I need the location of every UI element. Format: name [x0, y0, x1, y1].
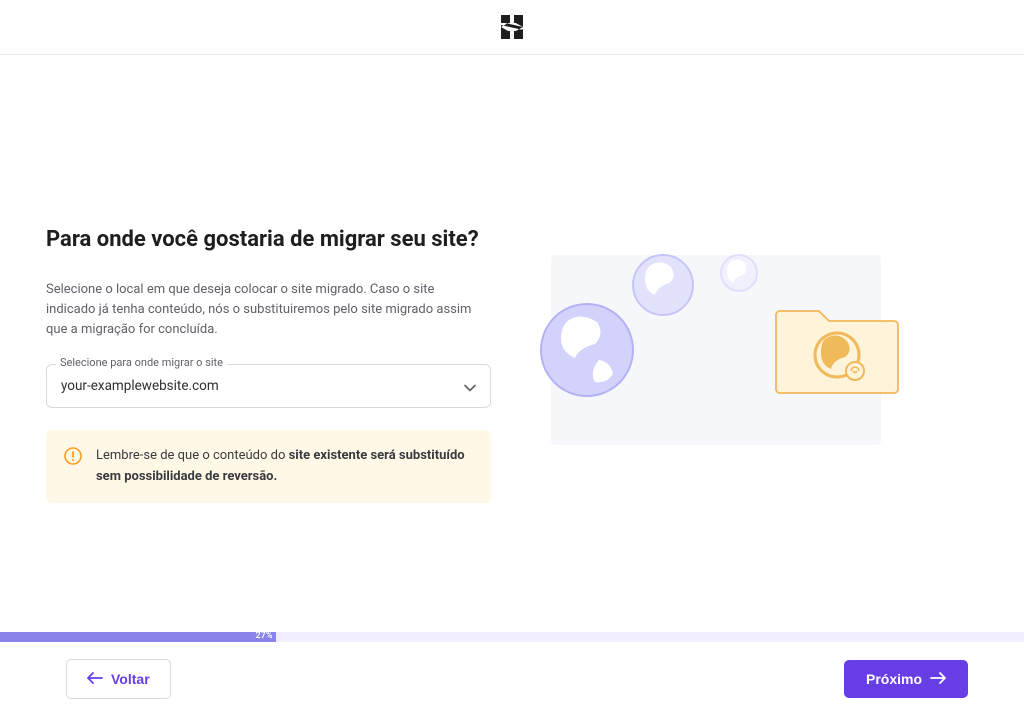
back-button-label: Voltar [111, 671, 150, 687]
migration-illustration [551, 255, 881, 445]
arrow-right-icon [930, 671, 946, 687]
warning-prefix: Lembre-se de que o conteúdo do [96, 448, 289, 463]
destination-select-wrapper: Selecione para onde migrar o site your-e… [46, 364, 491, 408]
next-button-label: Próximo [866, 671, 922, 687]
warning-text: Lembre-se de que o conteúdo do site exis… [96, 446, 473, 486]
select-value: your-examplewebsite.com [61, 378, 219, 394]
chevron-down-icon [464, 377, 476, 396]
hostinger-logo [501, 15, 523, 39]
globe-icon [539, 302, 635, 398]
select-label: Selecione para onde migrar o site [56, 356, 227, 369]
progress-label: 27% [256, 631, 273, 641]
next-button[interactable]: Próximo [844, 660, 968, 698]
progress-fill: 27% [0, 632, 276, 642]
illustration-column [551, 55, 978, 503]
back-button[interactable]: Voltar [66, 659, 171, 699]
footer-actions: Voltar Próximo [0, 642, 1024, 716]
warning-icon [64, 447, 82, 469]
globe-icon [631, 253, 695, 317]
page-description: Selecione o local em que deseja colocar … [46, 280, 486, 340]
app-header [0, 0, 1024, 55]
page-title: Para onde você gostaria de migrar seu si… [46, 227, 491, 252]
form-column: Para onde você gostaria de migrar seu si… [46, 55, 491, 503]
globe-icon [719, 253, 759, 293]
progress-bar: 27% [0, 632, 1024, 642]
arrow-left-icon [87, 671, 103, 687]
main-content: Para onde você gostaria de migrar seu si… [0, 55, 1024, 503]
destination-select[interactable]: your-examplewebsite.com [46, 364, 491, 408]
warning-box: Lembre-se de que o conteúdo do site exis… [46, 430, 491, 502]
folder-icon [773, 305, 901, 397]
